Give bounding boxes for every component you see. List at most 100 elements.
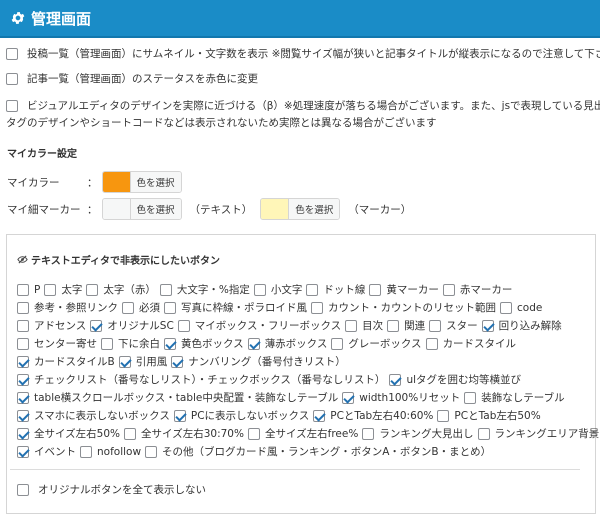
hidden-button-checkbox[interactable]	[145, 446, 158, 458]
hidden-button-option[interactable]: オリジナルSC	[90, 318, 176, 334]
hidden-button-option[interactable]: チェックリスト（番号なしリスト）・チェックボックス（番号なしリスト）	[17, 372, 387, 388]
hidden-button-option[interactable]: nofollow	[80, 444, 143, 460]
hidden-button-option[interactable]: 黄色ボックス	[164, 336, 246, 352]
hidden-button-option[interactable]: 全サイズ左右30:70%	[124, 426, 246, 442]
hidden-button-checkbox[interactable]	[17, 338, 29, 350]
hidden-button-option[interactable]: width100%リセット	[342, 390, 462, 406]
hidden-button-checkbox[interactable]	[17, 302, 29, 314]
hidden-button-option[interactable]: 薄赤ボックス	[247, 336, 330, 352]
hidden-button-option[interactable]: PCとTab左右40:60%	[313, 408, 435, 424]
hidden-button-checkbox[interactable]	[429, 320, 442, 332]
hidden-button-option[interactable]: グレーボックス	[331, 336, 423, 352]
hidden-button-checkbox[interactable]	[17, 410, 29, 422]
hidden-button-checkbox[interactable]	[124, 428, 137, 440]
hidden-button-checkbox[interactable]	[164, 302, 176, 314]
hidden-button-option[interactable]: ドット線	[306, 282, 367, 298]
hidden-button-option[interactable]: 回り込み解除	[481, 318, 564, 334]
hidden-button-option[interactable]: 全サイズ左右50%	[17, 426, 122, 442]
hidden-button-checkbox[interactable]	[171, 356, 184, 368]
hidden-button-option[interactable]: 引用風	[118, 354, 170, 370]
my-color-swatch[interactable]	[102, 172, 130, 192]
hidden-button-checkbox[interactable]	[101, 338, 113, 350]
hidden-button-checkbox[interactable]	[387, 320, 400, 332]
marker-color-swatch[interactable]	[261, 199, 289, 219]
hidden-button-checkbox[interactable]	[122, 302, 134, 314]
hidden-button-option[interactable]: table横スクロールボックス・table中央配置・装飾なしテーブル	[17, 390, 340, 406]
hidden-button-option[interactable]: 全サイズ左右free%	[247, 426, 360, 442]
hide-all-option[interactable]: オリジナルボタンを全て表示しない	[17, 482, 206, 499]
hidden-button-option[interactable]: ランキング大見出し	[362, 426, 475, 442]
hidden-button-checkbox[interactable]	[164, 338, 176, 350]
hidden-button-checkbox[interactable]	[362, 428, 375, 440]
hidden-button-option[interactable]: 関連	[387, 318, 427, 334]
hidden-button-option[interactable]: スマホに表示しないボックス	[17, 408, 172, 424]
hidden-button-checkbox[interactable]	[425, 338, 438, 350]
hidden-button-checkbox[interactable]	[464, 392, 477, 404]
my-color-select-button[interactable]: 色を選択	[129, 172, 181, 192]
hidden-button-checkbox[interactable]	[17, 320, 29, 332]
hidden-button-option[interactable]: 目次	[345, 318, 385, 334]
hidden-button-checkbox[interactable]	[247, 338, 260, 350]
option-visual-editor[interactable]: ビジュアルエディタのデザインを実際に近づける（β）※処理速度が落ちる場合がござい…	[6, 98, 600, 132]
hidden-button-checkbox[interactable]	[17, 446, 29, 458]
hidden-button-checkbox[interactable]	[44, 284, 57, 296]
hidden-button-option[interactable]: センター寄せ	[17, 336, 99, 352]
hidden-button-option[interactable]: PCとTab左右50%	[437, 408, 542, 424]
hidden-button-option[interactable]: 下に余白	[101, 336, 162, 352]
hidden-button-option[interactable]: マイボックス・フリーボックス	[177, 318, 343, 334]
hidden-button-option[interactable]: 写真に枠線・ポラロイド風	[164, 300, 309, 316]
hidden-button-checkbox[interactable]	[313, 410, 326, 422]
hidden-button-option[interactable]: ナンバリング（番号付きリスト）	[171, 354, 348, 370]
text-color-picker[interactable]: 色を選択	[101, 198, 182, 220]
marker-color-select-button[interactable]: 色を選択	[288, 199, 340, 219]
option-visual-editor-checkbox[interactable]	[6, 100, 18, 112]
hidden-button-checkbox[interactable]	[253, 284, 266, 296]
hidden-button-option[interactable]: 装飾なしテーブル	[464, 390, 566, 406]
hidden-button-checkbox[interactable]	[311, 302, 323, 314]
hidden-button-option[interactable]: 大文字・%指定	[159, 282, 252, 298]
option-status-red[interactable]: 記事一覧（管理画面）のステータスを赤色に変更	[6, 71, 258, 88]
hidden-button-checkbox[interactable]	[17, 356, 29, 368]
hidden-button-checkbox[interactable]	[17, 392, 29, 404]
hidden-button-option[interactable]: スター	[429, 318, 480, 334]
hidden-button-option[interactable]: カードスタイルB	[17, 354, 117, 370]
hidden-button-checkbox[interactable]	[17, 284, 29, 296]
hidden-button-option[interactable]: ulタグを囲む均等横並び	[389, 372, 523, 388]
hidden-button-checkbox[interactable]	[177, 320, 190, 332]
hidden-button-option[interactable]: イベント	[17, 444, 78, 460]
text-color-swatch[interactable]	[102, 199, 130, 219]
hidden-button-checkbox[interactable]	[80, 446, 92, 458]
hidden-button-checkbox[interactable]	[477, 428, 490, 440]
hidden-button-checkbox[interactable]	[159, 284, 172, 296]
hidden-button-option[interactable]: 太字	[44, 282, 84, 298]
marker-color-picker[interactable]: 色を選択	[260, 198, 341, 220]
hidden-button-checkbox[interactable]	[90, 320, 103, 332]
hidden-button-checkbox[interactable]	[389, 374, 402, 386]
hidden-button-option[interactable]: ランキングエリア背景	[477, 426, 600, 442]
hidden-button-option[interactable]: 太字（赤）	[86, 282, 158, 298]
hidden-button-option[interactable]: カードスタイル	[425, 336, 519, 352]
hidden-button-option[interactable]: 黄マーカー	[369, 282, 441, 298]
hidden-button-checkbox[interactable]	[118, 356, 131, 368]
hidden-button-checkbox[interactable]	[342, 392, 355, 404]
hidden-button-checkbox[interactable]	[247, 428, 260, 440]
hidden-button-checkbox[interactable]	[17, 374, 29, 386]
hide-all-checkbox[interactable]	[17, 484, 29, 496]
text-color-select-button[interactable]: 色を選択	[129, 199, 181, 219]
hidden-button-checkbox[interactable]	[331, 338, 344, 350]
hidden-button-option[interactable]: P	[17, 282, 42, 298]
hidden-button-checkbox[interactable]	[481, 320, 494, 332]
hidden-button-option[interactable]: 参考・参照リンク	[17, 300, 120, 316]
hidden-button-checkbox[interactable]	[86, 284, 99, 296]
hidden-button-option[interactable]: 必須	[122, 300, 162, 316]
hidden-button-option[interactable]: code	[500, 300, 544, 316]
option-thumbnail[interactable]: 投稿一覧（管理画面）にサムネイル・文字数を表示 ※閲覧サイズ幅が狭いと記事タイト…	[6, 46, 600, 63]
hidden-button-option[interactable]: 小文字	[253, 282, 305, 298]
my-color-picker[interactable]: 色を選択	[101, 171, 182, 193]
option-status-red-checkbox[interactable]	[6, 73, 18, 85]
hidden-button-checkbox[interactable]	[306, 284, 319, 296]
hidden-button-checkbox[interactable]	[442, 284, 455, 296]
hidden-button-checkbox[interactable]	[369, 284, 382, 296]
hidden-button-checkbox[interactable]	[17, 428, 29, 440]
hidden-button-checkbox[interactable]	[173, 410, 186, 422]
